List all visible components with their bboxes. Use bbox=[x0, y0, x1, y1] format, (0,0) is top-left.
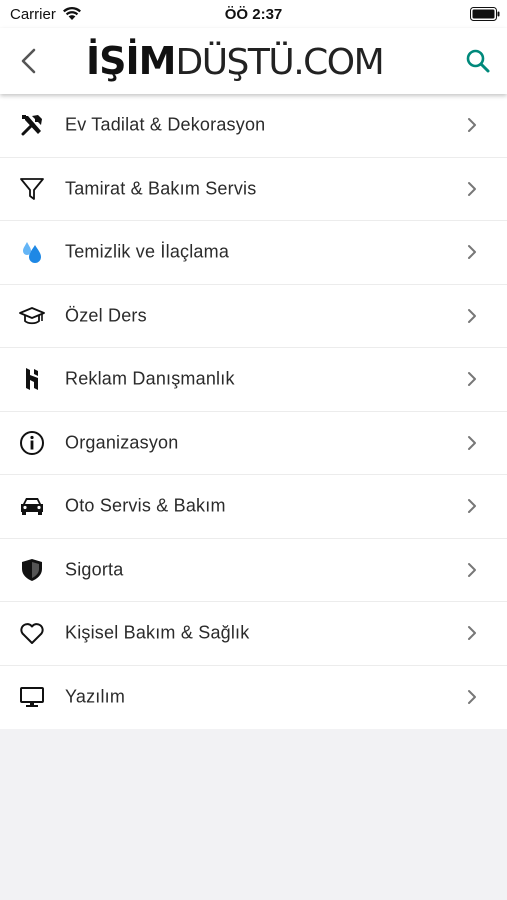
status-time: ÖÖ 2:37 bbox=[224, 6, 283, 23]
chevron-right-icon bbox=[468, 372, 476, 387]
category-list: Ev Tadilat & Dekorasyon Tamirat & Bakım … bbox=[0, 94, 507, 729]
graduation-cap-icon bbox=[18, 302, 46, 330]
navigation-bar: İŞİMDÜŞTÜ.COM bbox=[0, 28, 507, 94]
category-item[interactable]: Özel Ders bbox=[0, 284, 507, 348]
chevron-right-icon bbox=[468, 181, 476, 196]
category-label: Organizasyon bbox=[65, 432, 179, 453]
search-button[interactable] bbox=[464, 47, 492, 75]
water-drops-icon bbox=[18, 238, 46, 266]
category-item[interactable]: Tamirat & Bakım Servis bbox=[0, 157, 507, 221]
houzz-logo-icon bbox=[18, 365, 46, 393]
category-item[interactable]: Reklam Danışmanlık bbox=[0, 348, 507, 412]
chevron-right-icon bbox=[468, 245, 476, 260]
status-bar: Carrier ÖÖ 2:37 bbox=[0, 0, 507, 28]
chevron-right-icon bbox=[468, 308, 476, 323]
category-label: Sigorta bbox=[65, 559, 124, 580]
chevron-right-icon bbox=[468, 562, 476, 577]
logo-bold-text: İŞİM bbox=[86, 39, 176, 83]
tools-icon bbox=[18, 111, 46, 139]
category-item[interactable]: Oto Servis & Bakım bbox=[0, 475, 507, 539]
heart-icon bbox=[18, 619, 46, 647]
battery-icon bbox=[470, 7, 500, 21]
category-label: Özel Ders bbox=[65, 305, 147, 326]
category-item[interactable]: Sigorta bbox=[0, 538, 507, 602]
shield-icon bbox=[18, 556, 46, 584]
chevron-right-icon bbox=[468, 435, 476, 450]
category-item[interactable]: Kişisel Bakım & Sağlık bbox=[0, 602, 507, 666]
category-label: Reklam Danışmanlık bbox=[65, 368, 235, 389]
category-item[interactable]: Yazılım bbox=[0, 665, 507, 729]
category-label: Oto Servis & Bakım bbox=[65, 495, 226, 516]
chevron-right-icon bbox=[468, 626, 476, 641]
category-item[interactable]: Organizasyon bbox=[0, 411, 507, 475]
site-logo: İŞİMDÜŞTÜ.COM bbox=[86, 34, 385, 88]
category-label: Tamirat & Bakım Servis bbox=[65, 178, 257, 199]
monitor-icon bbox=[18, 683, 46, 711]
back-button[interactable] bbox=[14, 44, 44, 78]
chevron-right-icon bbox=[468, 690, 476, 705]
funnel-icon bbox=[18, 175, 46, 203]
category-item[interactable]: Ev Tadilat & Dekorasyon bbox=[0, 94, 507, 158]
category-item[interactable]: Temizlik ve İlaçlama bbox=[0, 221, 507, 285]
category-label: Yazılım bbox=[65, 686, 126, 707]
chevron-right-icon bbox=[468, 499, 476, 514]
category-label: Ev Tadilat & Dekorasyon bbox=[65, 114, 266, 135]
logo-light-text: DÜŞTÜ.COM bbox=[175, 42, 384, 83]
chevron-right-icon bbox=[468, 118, 476, 133]
info-icon bbox=[18, 429, 46, 457]
category-label: Kişisel Bakım & Sağlık bbox=[65, 622, 250, 643]
category-label: Temizlik ve İlaçlama bbox=[65, 241, 230, 262]
car-icon bbox=[18, 492, 46, 520]
